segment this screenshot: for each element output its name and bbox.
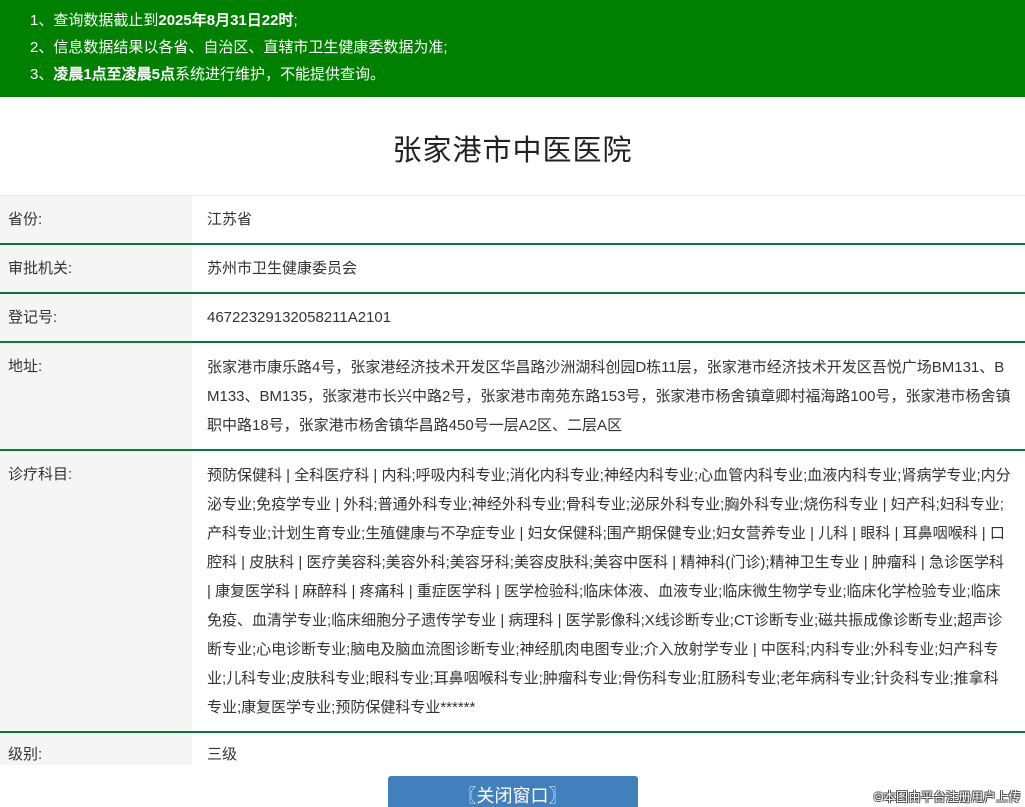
hospital-detail-page: 1、查询数据截止到2025年8月31日22时; 2、信息数据结果以各省、自治区、… bbox=[0, 0, 1025, 807]
notice-text: ; bbox=[293, 12, 297, 29]
footer: 〖关闭窗口〗 bbox=[0, 776, 1025, 807]
row-value: 江苏省 bbox=[192, 196, 1025, 243]
notice-text: 查询数据截止到 bbox=[53, 12, 158, 29]
notice-number: 1、 bbox=[30, 12, 53, 29]
row-value: 张家港市康乐路4号，张家港经济技术开发区华昌路沙洲湖科创园D栋11层，张家港市经… bbox=[192, 343, 1025, 449]
notice-number: 3、 bbox=[30, 66, 53, 83]
row-value: 苏州市卫生健康委员会 bbox=[192, 245, 1025, 292]
notice-banner: 1、查询数据截止到2025年8月31日22时; 2、信息数据结果以各省、自治区、… bbox=[0, 0, 1025, 97]
row-value: 三级 bbox=[192, 733, 1025, 765]
info-table: 省份:江苏省审批机关:苏州市卫生健康委员会登记号:467223291320582… bbox=[0, 195, 1025, 765]
notice-line-1: 1、查询数据截止到2025年8月31日22时; bbox=[30, 7, 1025, 34]
table-row: 登记号:46722329132058211A2101 bbox=[0, 294, 1025, 343]
table-row: 审批机关:苏州市卫生健康委员会 bbox=[0, 245, 1025, 294]
table-row: 诊疗科目:预防保健科 | 全科医疗科 | 内科;呼吸内科专业;消化内科专业;神经… bbox=[0, 451, 1025, 733]
notice-line-3: 3、凌晨1点至凌晨5点系统进行维护，不能提供查询。 bbox=[30, 61, 1025, 88]
row-label: 诊疗科目: bbox=[0, 451, 192, 731]
notice-bold-text: 2025年8月31日22时 bbox=[158, 12, 293, 29]
row-label: 登记号: bbox=[0, 294, 192, 341]
notice-number: 2、 bbox=[30, 39, 53, 56]
row-label: 省份: bbox=[0, 196, 192, 243]
notice-line-2: 2、信息数据结果以各省、自治区、直辖市卫生健康委数据为准; bbox=[30, 34, 1025, 61]
page-title: 张家港市中医医院 bbox=[0, 127, 1025, 169]
notice-text: 系统进行维护，不能提供查询。 bbox=[175, 66, 385, 83]
row-label: 地址: bbox=[0, 343, 192, 449]
row-label: 审批机关: bbox=[0, 245, 192, 292]
close-window-button[interactable]: 〖关闭窗口〗 bbox=[388, 776, 638, 807]
table-row: 级别:三级 bbox=[0, 733, 1025, 765]
uploader-credit: ©本图由平台注册用户上传 bbox=[874, 788, 1021, 805]
notice-text: 信息数据结果以各省、自治区、直辖市卫生健康委数据为准; bbox=[53, 39, 447, 56]
row-label: 级别: bbox=[0, 733, 192, 765]
table-row: 地址:张家港市康乐路4号，张家港经济技术开发区华昌路沙洲湖科创园D栋11层，张家… bbox=[0, 343, 1025, 451]
notice-bold-text: 凌晨1点至凌晨5点 bbox=[53, 66, 175, 83]
table-row: 省份:江苏省 bbox=[0, 196, 1025, 245]
row-value: 预防保健科 | 全科医疗科 | 内科;呼吸内科专业;消化内科专业;神经内科专业;… bbox=[192, 451, 1025, 731]
row-value: 46722329132058211A2101 bbox=[192, 294, 1025, 341]
